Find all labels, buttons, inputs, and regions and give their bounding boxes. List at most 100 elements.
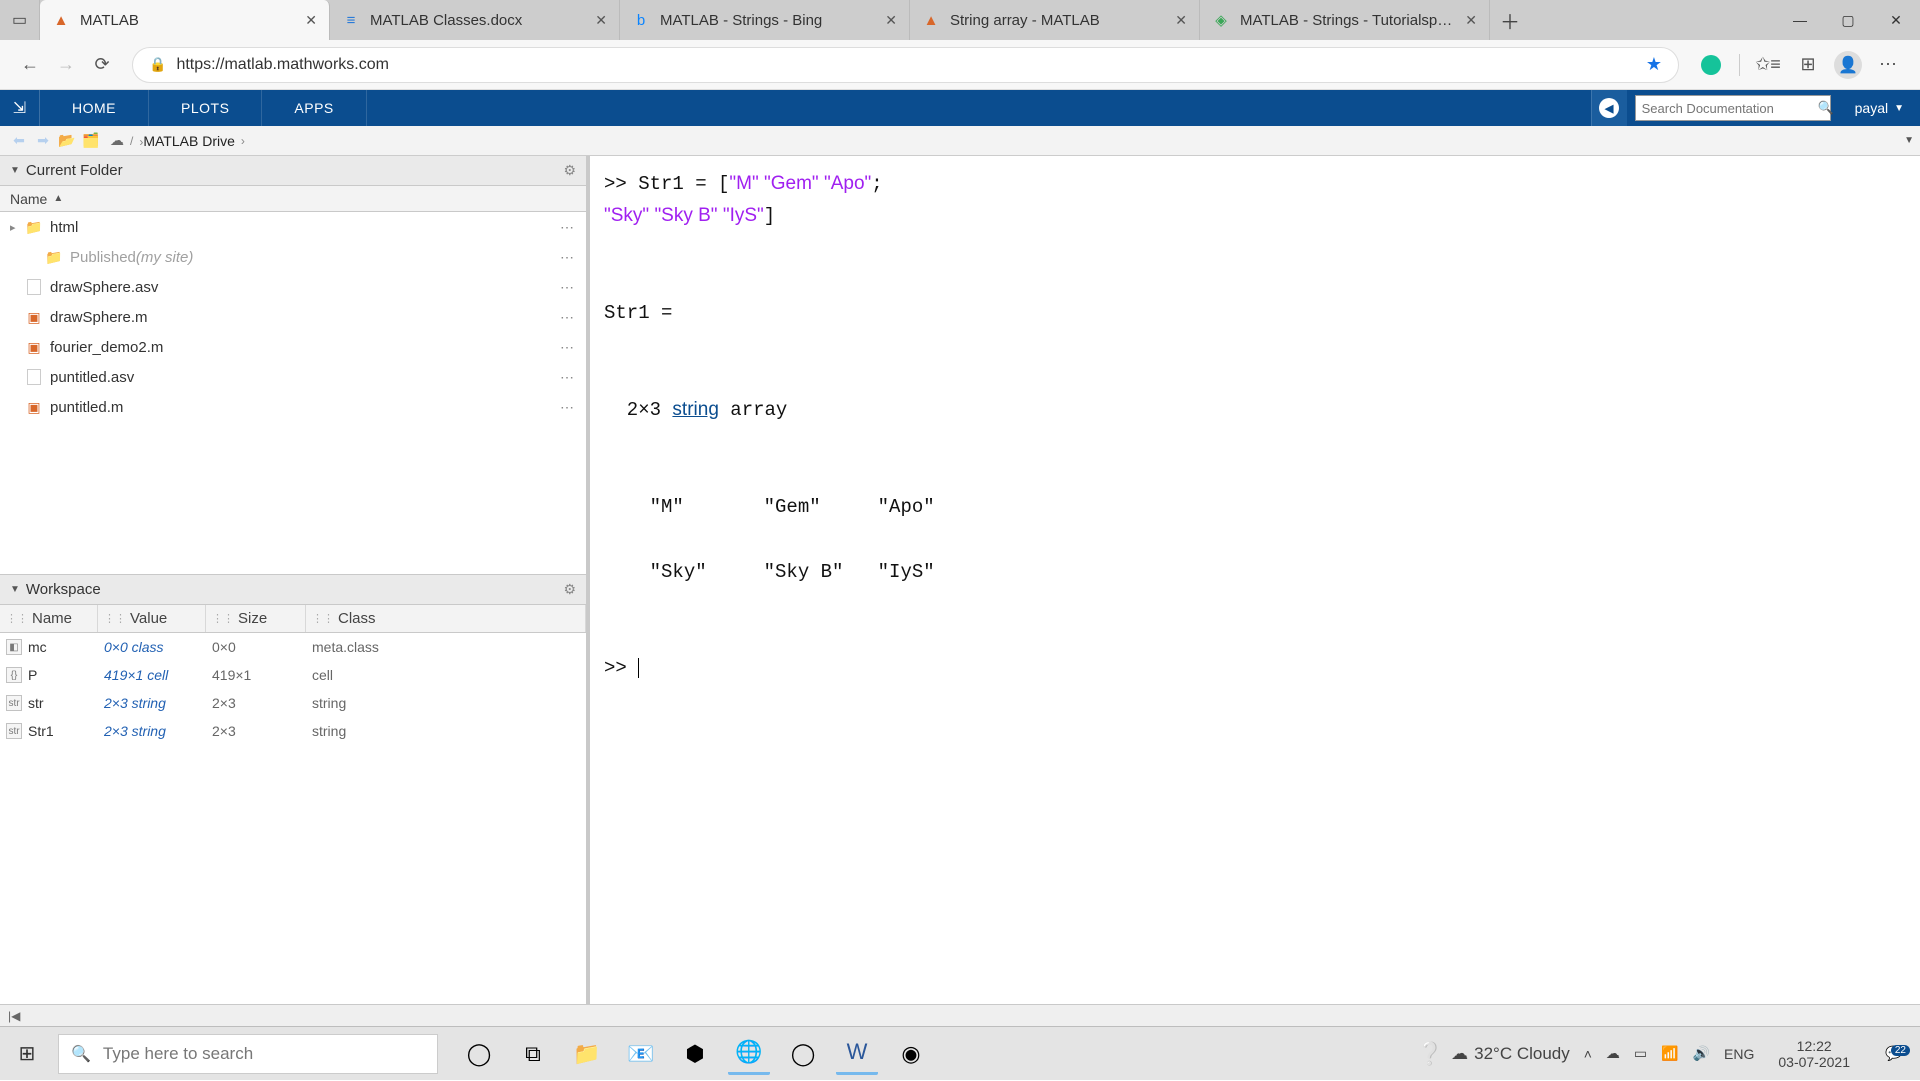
volume-icon[interactable]: 🔊 [1693, 1045, 1710, 1062]
panel-menu-icon[interactable]: ⚙ [563, 581, 576, 598]
more-menu-button[interactable]: ⋯ [1870, 47, 1906, 83]
tab-title: MATLAB [80, 12, 297, 29]
file-explorer-icon[interactable]: 📁 [566, 1033, 608, 1075]
file-row-menu-icon[interactable]: ⋯ [560, 309, 576, 326]
file-row[interactable]: ▣puntitled.m⋯ [0, 392, 586, 422]
workspace-row[interactable]: strStr1 2×3 string 2×3 string [0, 717, 586, 745]
workspace-row[interactable]: {}P 419×1 cell 419×1 cell [0, 661, 586, 689]
doc-search[interactable]: 🔍 [1635, 95, 1831, 121]
ribbon-tab-home[interactable]: HOME [40, 90, 149, 126]
workspace-row[interactable]: ◧mc 0×0 class 0×0 meta.class [0, 633, 586, 661]
ws-col-size[interactable]: ⋮⋮Size [206, 605, 306, 632]
file-row-menu-icon[interactable]: ⋯ [560, 339, 576, 356]
file-row-menu-icon[interactable]: ⋯ [560, 249, 576, 266]
up-folder-icon[interactable]: 📂 [56, 130, 78, 152]
taskbar-clock[interactable]: 12:22 03-07-2021 [1768, 1038, 1860, 1070]
doc-search-input[interactable] [1642, 101, 1818, 116]
browse-folder-icon[interactable]: 🗂️ [80, 130, 102, 152]
profile-avatar[interactable]: 👤 [1830, 47, 1866, 83]
sort-asc-icon: ▲ [53, 193, 63, 204]
forward-button[interactable]: → [48, 47, 84, 83]
word-icon[interactable]: W [836, 1033, 878, 1075]
app-icon-1[interactable]: ⬢ [674, 1033, 716, 1075]
var-type-badge: str [6, 695, 22, 711]
tab-close-icon[interactable]: ✕ [1465, 12, 1477, 29]
help-bubble-icon[interactable]: ❔ [1409, 1033, 1451, 1075]
panel-menu-icon[interactable]: ⚙ [563, 162, 576, 179]
ribbon-tab-apps[interactable]: APPS [262, 90, 366, 126]
mail-icon[interactable]: 📧 [620, 1033, 662, 1075]
breadcrumb-expand-icon[interactable]: ▼ [1904, 135, 1914, 146]
var-class: meta.class [306, 639, 586, 655]
user-menu[interactable]: payal ▼ [1839, 90, 1920, 126]
start-button[interactable]: ⊞ [0, 1027, 54, 1081]
breadcrumb-root[interactable]: MATLAB Drive [143, 133, 235, 149]
file-row[interactable]: ▣fourier_demo2.m⋯ [0, 332, 586, 362]
current-folder-header[interactable]: ▼ Current Folder ⚙ [0, 156, 586, 186]
workspace-header[interactable]: ▼ Workspace ⚙ [0, 575, 586, 605]
tab-close-icon[interactable]: ✕ [595, 12, 607, 29]
ws-col-name[interactable]: ⋮⋮Name [0, 605, 98, 632]
ws-col-value[interactable]: ⋮⋮Value [98, 605, 206, 632]
folder-icon: 📁 [24, 219, 44, 236]
window-minimize-button[interactable]: — [1776, 0, 1824, 40]
window-close-button[interactable]: ✕ [1872, 0, 1920, 40]
url-input[interactable] [176, 56, 1637, 74]
file-list-header[interactable]: Name ▲ [0, 186, 586, 212]
ribbon-collapse-icon[interactable]: ⇲ [0, 90, 40, 126]
var-name: P [28, 667, 37, 683]
file-row-menu-icon[interactable]: ⋯ [560, 369, 576, 386]
ime-lang[interactable]: ENG [1724, 1046, 1754, 1062]
action-center-icon[interactable]: 💬22 [1874, 1045, 1914, 1062]
file-row[interactable]: 📁Published (my site)⋯ [0, 242, 586, 272]
browser-tab[interactable]: b MATLAB - Strings - Bing ✕ [620, 0, 910, 40]
browser-tab[interactable]: ◈ MATLAB - Strings - Tutorialspoin ✕ [1200, 0, 1490, 40]
wifi-icon[interactable]: 📶 [1661, 1045, 1678, 1062]
ribbon-help-badge[interactable]: ◀ [1591, 90, 1627, 126]
weather-widget[interactable]: ☁ 32°C Cloudy [1451, 1044, 1570, 1064]
favorite-star-icon[interactable]: ★ [1646, 54, 1662, 75]
workspace-row[interactable]: strstr 2×3 string 2×3 string [0, 689, 586, 717]
battery-icon[interactable]: ▭ [1634, 1045, 1647, 1062]
command-window[interactable]: >> Str1 = ["M" "Gem" "Apo"; "Sky" "Sky B… [590, 156, 1920, 1004]
onedrive-icon[interactable]: ☁ [1606, 1045, 1620, 1062]
history-back-icon[interactable]: ⬅ [8, 130, 30, 152]
file-name: fourier_demo2.m [50, 339, 163, 356]
tab-actions-icon[interactable]: ▭ [0, 0, 40, 40]
tab-close-icon[interactable]: ✕ [885, 12, 897, 29]
chrome-icon[interactable]: ◉ [890, 1033, 932, 1075]
ws-col-class[interactable]: ⋮⋮Class [306, 605, 586, 632]
user-name-label: payal [1855, 100, 1888, 116]
expand-triangle-icon[interactable]: ▸ [10, 221, 24, 234]
history-fwd-icon[interactable]: ➡ [32, 130, 54, 152]
grammarly-icon[interactable] [1693, 47, 1729, 83]
task-view-icon[interactable]: ⧉ [512, 1033, 554, 1075]
ribbon-tab-plots[interactable]: PLOTS [149, 90, 262, 126]
file-row-menu-icon[interactable]: ⋯ [560, 279, 576, 296]
workspace-columns[interactable]: ⋮⋮Name⋮⋮Value⋮⋮Size⋮⋮Class [0, 605, 586, 633]
file-row[interactable]: puntitled.asv⋯ [0, 362, 586, 392]
new-tab-button[interactable]: ＋ [1490, 0, 1530, 40]
refresh-button[interactable]: ⟳ [84, 47, 120, 83]
cortana-icon[interactable]: ◯ [458, 1033, 500, 1075]
alexa-icon[interactable]: ◯ [782, 1033, 824, 1075]
tray-expand-icon[interactable]: ˄ [1584, 1046, 1592, 1062]
browser-tab[interactable]: ▲ MATLAB ✕ [40, 0, 330, 40]
tab-close-icon[interactable]: ✕ [1175, 12, 1187, 29]
browser-tab[interactable]: ≡ MATLAB Classes.docx ✕ [330, 0, 620, 40]
file-row[interactable]: ▣drawSphere.m⋯ [0, 302, 586, 332]
browser-tab[interactable]: ▲ String array - MATLAB ✕ [910, 0, 1200, 40]
address-bar[interactable]: 🔒 ★ [132, 47, 1679, 83]
file-row-menu-icon[interactable]: ⋯ [560, 219, 576, 236]
window-maximize-button[interactable]: ▢ [1824, 0, 1872, 40]
taskbar-search[interactable]: 🔍 Type here to search [58, 1034, 438, 1074]
file-row[interactable]: drawSphere.asv⋯ [0, 272, 586, 302]
file-row-menu-icon[interactable]: ⋯ [560, 399, 576, 416]
tab-close-icon[interactable]: ✕ [305, 12, 317, 29]
file-row[interactable]: ▸📁html⋯ [0, 212, 586, 242]
favorites-button[interactable]: ✩≡ [1750, 47, 1786, 83]
collections-button[interactable]: ⊞ [1790, 47, 1826, 83]
string-type-link[interactable]: string [672, 399, 718, 420]
back-button[interactable]: ← [12, 47, 48, 83]
edge-browser-icon[interactable]: 🌐 [728, 1033, 770, 1075]
